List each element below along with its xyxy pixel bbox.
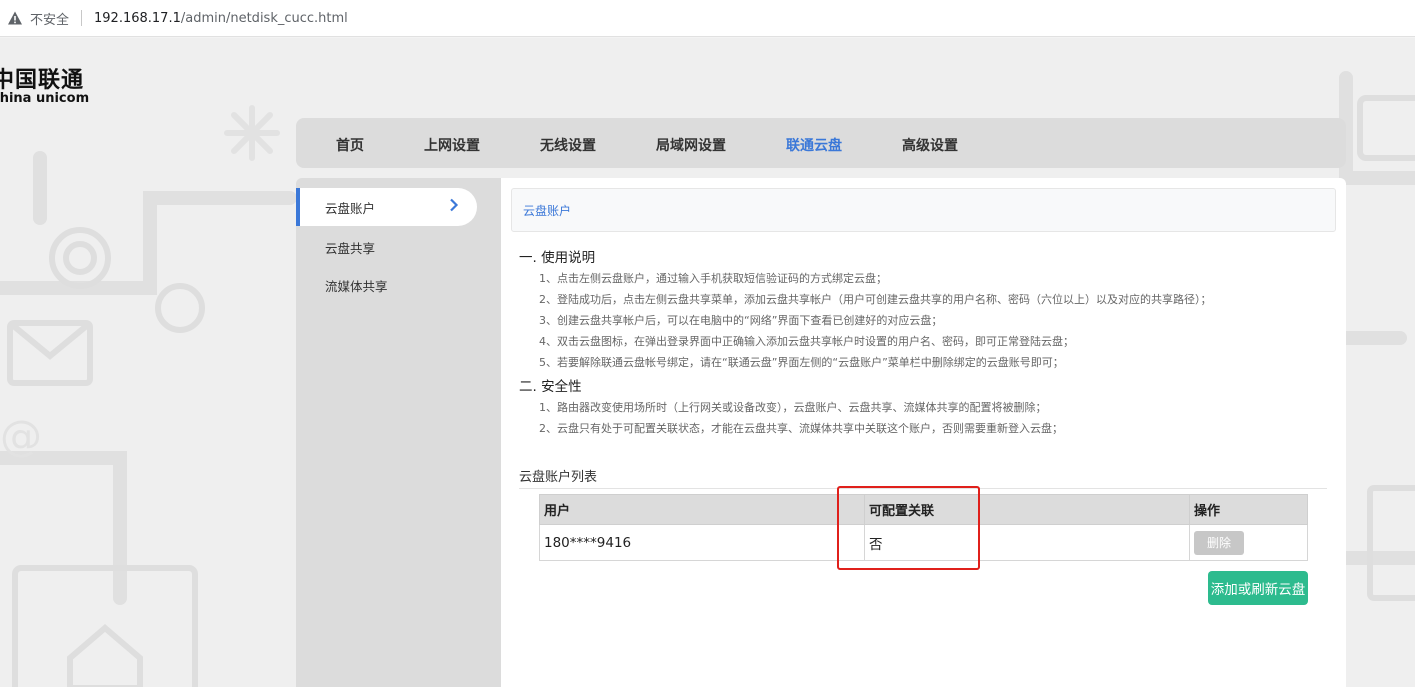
column-header-user: 用户 bbox=[539, 494, 865, 525]
security-title: 二. 安全性 bbox=[519, 379, 582, 395]
url-text[interactable]: 192.168.17.1/admin/netdisk_cucc.html bbox=[94, 11, 348, 26]
sidebar: 云盘账户 云盘共享 流媒体共享 bbox=[296, 178, 501, 687]
account-list-title: 云盘账户列表 bbox=[519, 470, 598, 485]
usage-title: 一. 使用说明 bbox=[519, 250, 596, 266]
tab-lan-settings[interactable]: 局域网设置 bbox=[656, 135, 726, 155]
china-unicom-logo: 中国联通 china unicom bbox=[0, 62, 89, 106]
url-path: /admin/netdisk_cucc.html bbox=[180, 10, 348, 26]
usage-line: 1、点击左侧云盘账户，通过输入手机获取短信验证码的方式绑定云盘； bbox=[539, 272, 887, 285]
tab-advanced-settings[interactable]: 高级设置 bbox=[902, 135, 958, 155]
url-host: 192.168.17.1 bbox=[94, 10, 181, 26]
logo-cn-text: 中国联通 bbox=[0, 68, 85, 93]
usage-line: 4、双击云盘图标，在弹出登录界面中正确输入添加云盘共享帐户时设置的用户名、密码，… bbox=[539, 335, 1074, 348]
main-content: 云盘账户 一. 使用说明 1、点击左侧云盘账户，通过输入手机获取短信验证码的方式… bbox=[501, 178, 1346, 687]
usage-line: 3、创建云盘共享帐户后，可以在电脑中的“网络”界面下查看已创建好的对应云盘； bbox=[539, 314, 943, 327]
chevron-right-icon bbox=[449, 198, 459, 215]
sidebar-item-label: 流媒体共享 bbox=[325, 278, 388, 294]
top-nav: 首页 上网设置 无线设置 局域网设置 联通云盘 高级设置 bbox=[296, 118, 1346, 168]
divider bbox=[81, 10, 83, 26]
cell-user: 180****9416 bbox=[539, 524, 865, 561]
security-label[interactable]: 不安全 bbox=[30, 9, 69, 28]
sidebar-item-media-share[interactable]: 流媒体共享 bbox=[296, 266, 477, 304]
highlight-annotation-box bbox=[837, 486, 980, 570]
logo-en-text: china unicom bbox=[0, 91, 90, 106]
delete-button[interactable]: 删除 bbox=[1194, 530, 1244, 555]
cell-action: 删除 bbox=[1189, 524, 1308, 561]
sidebar-item-label: 云盘共享 bbox=[325, 240, 376, 256]
usage-line: 2、登陆成功后，点击左侧云盘共享菜单，添加云盘共享帐户（用户可创建云盘共享的用户… bbox=[539, 293, 1212, 306]
tab-unicom-cloud[interactable]: 联通云盘 bbox=[786, 135, 842, 155]
usage-line: 5、若要解除联通云盘帐号绑定，请在“联通云盘”界面左侧的“云盘账户”菜单栏中删除… bbox=[539, 356, 1064, 369]
breadcrumb: 云盘账户 bbox=[511, 188, 1336, 232]
sidebar-item-cloud-share[interactable]: 云盘共享 bbox=[296, 228, 477, 266]
sidebar-item-cloud-account[interactable]: 云盘账户 bbox=[296, 188, 477, 226]
security-line: 2、云盘只有处于可配置关联状态，才能在云盘共享、流媒体共享中关联这个账户，否则需… bbox=[539, 422, 1063, 435]
tab-home[interactable]: 首页 bbox=[336, 135, 364, 155]
address-bar[interactable]: 不安全 192.168.17.1/admin/netdisk_cucc.html bbox=[0, 0, 1415, 37]
column-header-action: 操作 bbox=[1189, 494, 1308, 525]
svg-text:@: @ bbox=[0, 411, 42, 460]
warning-icon[interactable] bbox=[7, 10, 23, 26]
tab-internet-settings[interactable]: 上网设置 bbox=[424, 135, 480, 155]
tab-wireless-settings[interactable]: 无线设置 bbox=[540, 135, 596, 155]
add-refresh-cloud-button[interactable]: 添加或刷新云盘 bbox=[1208, 571, 1308, 605]
sidebar-item-label: 云盘账户 bbox=[325, 200, 376, 216]
security-line: 1、路由器改变使用场所时（上行网关或设备改变），云盘账户、云盘共享、流媒体共享的… bbox=[539, 401, 1047, 414]
